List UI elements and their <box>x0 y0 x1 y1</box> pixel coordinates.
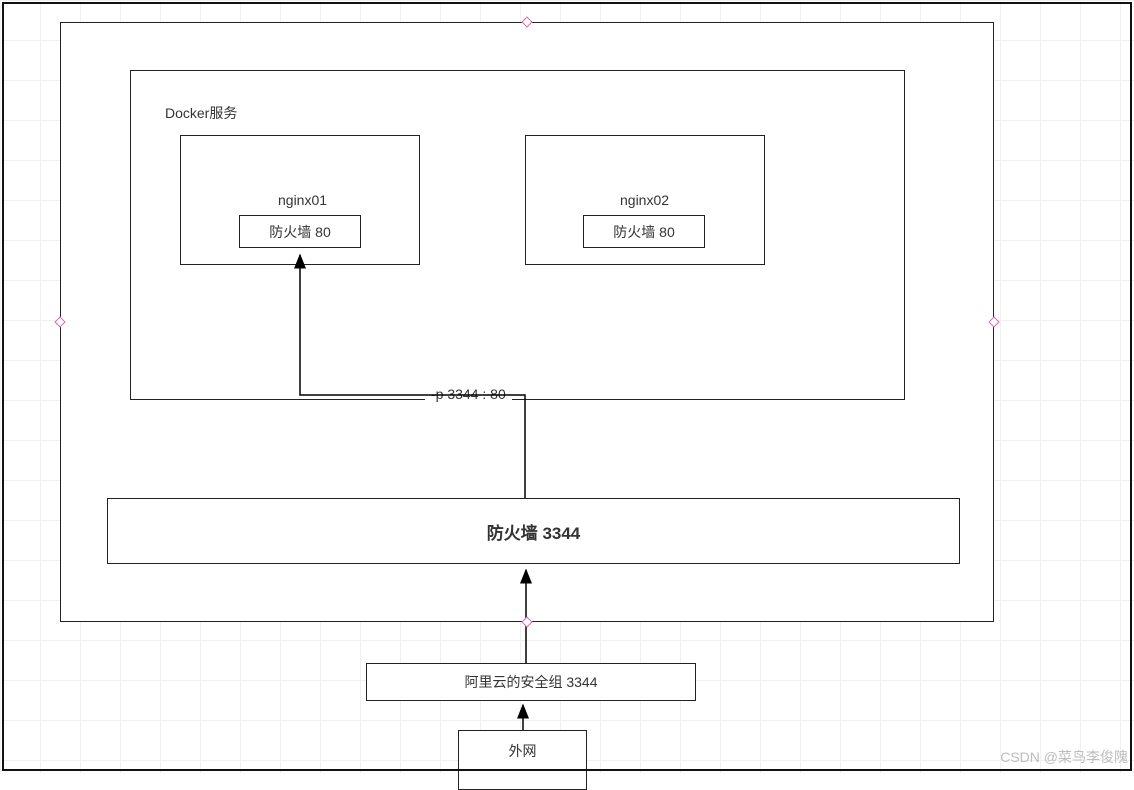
port-mapping-label: -p 3344 : 80 <box>425 386 512 402</box>
docker-service-label: Docker服务 <box>165 103 237 123</box>
diagram-canvas: Docker服务 nginx01 防火墙 80 nginx02 防火墙 80 -… <box>0 0 1134 773</box>
nginx01-label: nginx01 <box>278 192 327 208</box>
nginx01-firewall-box: 防火墙 80 <box>239 215 361 248</box>
firewall-3344-box: 防火墙 3344 <box>107 498 960 564</box>
security-group-label: 阿里云的安全组 3344 <box>464 672 597 692</box>
watermark: CSDN @菜鸟李俊隗 <box>1000 747 1128 767</box>
nginx02-firewall-box: 防火墙 80 <box>583 215 705 248</box>
external-network-label: 外网 <box>509 741 537 761</box>
nginx02-firewall-label: 防火墙 80 <box>613 222 674 242</box>
firewall-3344-label: 防火墙 3344 <box>487 519 581 544</box>
nginx01-firewall-label: 防火墙 80 <box>269 222 330 242</box>
nginx02-label: nginx02 <box>620 192 669 208</box>
external-network-box: 外网 <box>458 730 587 790</box>
security-group-box: 阿里云的安全组 3344 <box>366 663 696 701</box>
